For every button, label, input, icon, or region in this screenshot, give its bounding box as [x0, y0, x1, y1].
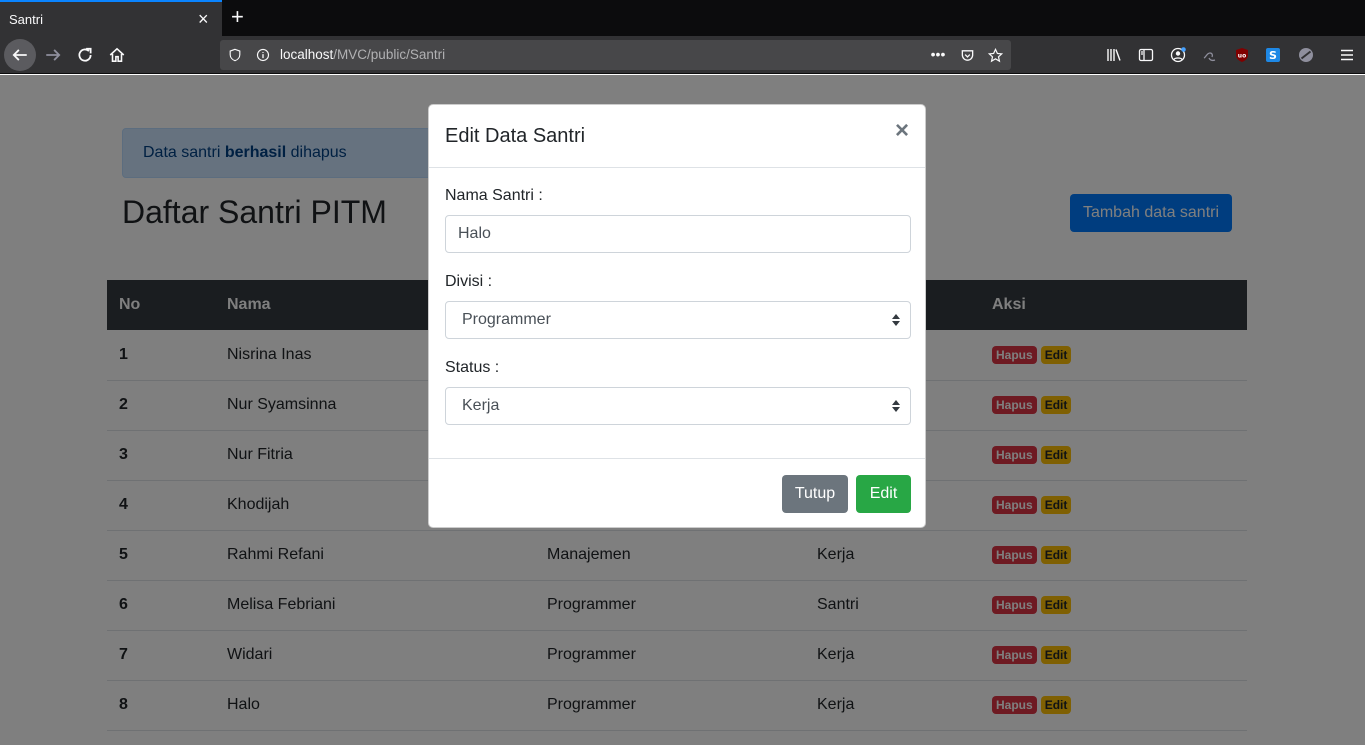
- ublock-icon[interactable]: uo: [1232, 45, 1252, 65]
- blocked-icon[interactable]: [1296, 45, 1316, 65]
- select-caret-icon: [892, 314, 900, 326]
- status-select[interactable]: Kerja: [445, 387, 911, 425]
- s-extension-icon[interactable]: S: [1263, 45, 1283, 65]
- edit-submit-button[interactable]: Edit: [856, 475, 911, 513]
- page-actions-icon[interactable]: •••: [929, 45, 947, 63]
- hamburger-menu-icon[interactable]: [1337, 45, 1357, 65]
- modal-footer: Tutup Edit: [429, 458, 925, 528]
- extension-icon[interactable]: [1199, 45, 1219, 65]
- account-icon[interactable]: [1168, 45, 1188, 65]
- home-icon: [109, 47, 125, 62]
- url-bar[interactable]: localhost/MVC/public/Santri •••: [220, 40, 1011, 70]
- nama-label: Nama Santri :: [445, 187, 543, 204]
- library-icon[interactable]: [1104, 45, 1124, 65]
- tutup-button[interactable]: Tutup: [782, 475, 848, 513]
- divisi-select[interactable]: Programmer: [445, 301, 911, 339]
- tab-close-icon[interactable]: ×: [198, 10, 209, 28]
- modal-header: Edit Data Santri ×: [429, 105, 925, 168]
- forward-button[interactable]: [37, 39, 69, 71]
- close-icon[interactable]: ×: [895, 119, 909, 143]
- pocket-icon[interactable]: [958, 46, 976, 64]
- sidebar-icon[interactable]: [1136, 45, 1156, 65]
- status-select-value: Kerja: [462, 397, 500, 414]
- nama-input[interactable]: Halo: [445, 215, 911, 253]
- svg-text:S: S: [1269, 49, 1277, 62]
- reload-icon: [78, 47, 92, 62]
- divisi-select-value: Programmer: [462, 311, 551, 328]
- tab-title: Santri: [9, 12, 43, 27]
- url-host: localhost: [280, 47, 334, 62]
- reload-button[interactable]: [69, 39, 101, 71]
- new-tab-icon[interactable]: +: [231, 6, 244, 28]
- tab-bar: Santri × +: [0, 0, 1365, 36]
- forward-arrow-icon: [46, 49, 61, 61]
- divisi-label: Divisi :: [445, 273, 493, 290]
- status-label: Status :: [445, 359, 500, 376]
- back-button[interactable]: [4, 39, 36, 71]
- select-caret-icon: [892, 400, 900, 412]
- svg-text:uo: uo: [1238, 53, 1246, 60]
- browser-tab[interactable]: Santri ×: [0, 0, 222, 36]
- star-icon[interactable]: [986, 46, 1004, 64]
- back-arrow-icon: [12, 49, 27, 61]
- home-button[interactable]: [101, 39, 133, 71]
- info-icon[interactable]: [254, 46, 272, 64]
- shield-icon[interactable]: [226, 46, 244, 64]
- nav-bar: localhost/MVC/public/Santri ••• uo S: [0, 36, 1365, 74]
- edit-modal: Edit Data Santri × Nama Santri : Halo Di…: [428, 104, 926, 528]
- nama-input-value: Halo: [458, 225, 491, 242]
- modal-title: Edit Data Santri: [445, 125, 586, 147]
- url-path: /MVC/public/Santri: [333, 47, 446, 62]
- url-text[interactable]: localhost/MVC/public/Santri: [280, 47, 445, 62]
